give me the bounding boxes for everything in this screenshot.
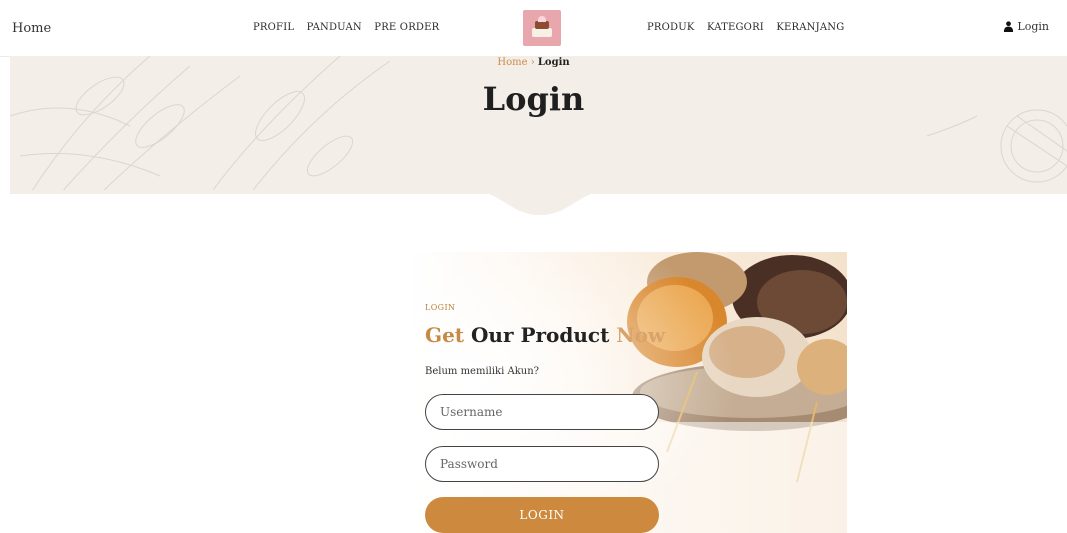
password-input[interactable] [425,446,659,482]
bread-basket-image [407,252,847,533]
user-icon [1004,21,1014,32]
login-button[interactable]: LOGIN [425,497,659,533]
bread-sketch-right [926,109,1067,183]
nav-item-kategori[interactable]: KATEGORI [707,22,764,33]
nav-item-profil[interactable]: PROFIL [253,22,294,33]
nav-item-pre-order[interactable]: PRE ORDER [374,22,439,33]
hero-banner [10,56,1067,194]
breadcrumb-home[interactable]: Home [497,57,527,68]
headline-accent-get: Get [425,323,465,347]
breadcrumb: Home › Login [0,57,1067,68]
nav-right-menu: PRODUK KATEGORI KERANJANG [647,22,853,33]
wheat-sketch-left [10,56,391,194]
section-kicker: LOGIN [425,303,456,312]
page-title: Login [482,80,585,118]
headline-main: Our Product [464,323,617,347]
nav-login-label: Login [1017,20,1049,33]
nav-item-keranjang[interactable]: KERANJANG [776,22,844,33]
nav-home-link[interactable]: Home [12,21,51,36]
nav-item-produk[interactable]: PRODUK [647,22,695,33]
top-navbar: Home PROFIL PANDUAN PRE ORDER PRODUK KAT… [0,0,1067,57]
register-prompt[interactable]: Belum memiliki Akun? [425,366,539,377]
breadcrumb-separator: › [530,57,535,68]
breadcrumb-current: Login [537,57,570,68]
nav-left-menu: PROFIL PANDUAN PRE ORDER [253,22,448,33]
username-input[interactable] [425,394,659,430]
login-headline: Get Our Product Now [425,323,665,347]
login-card: LOGIN Get Our Product Now Belum memiliki… [407,252,847,533]
site-logo[interactable] [523,10,561,46]
nav-item-panduan[interactable]: PANDUAN [307,22,362,33]
hero-wave-divider [10,190,1067,215]
nav-login-link[interactable]: Login [1003,20,1049,33]
headline-accent-now: Now [616,323,666,347]
